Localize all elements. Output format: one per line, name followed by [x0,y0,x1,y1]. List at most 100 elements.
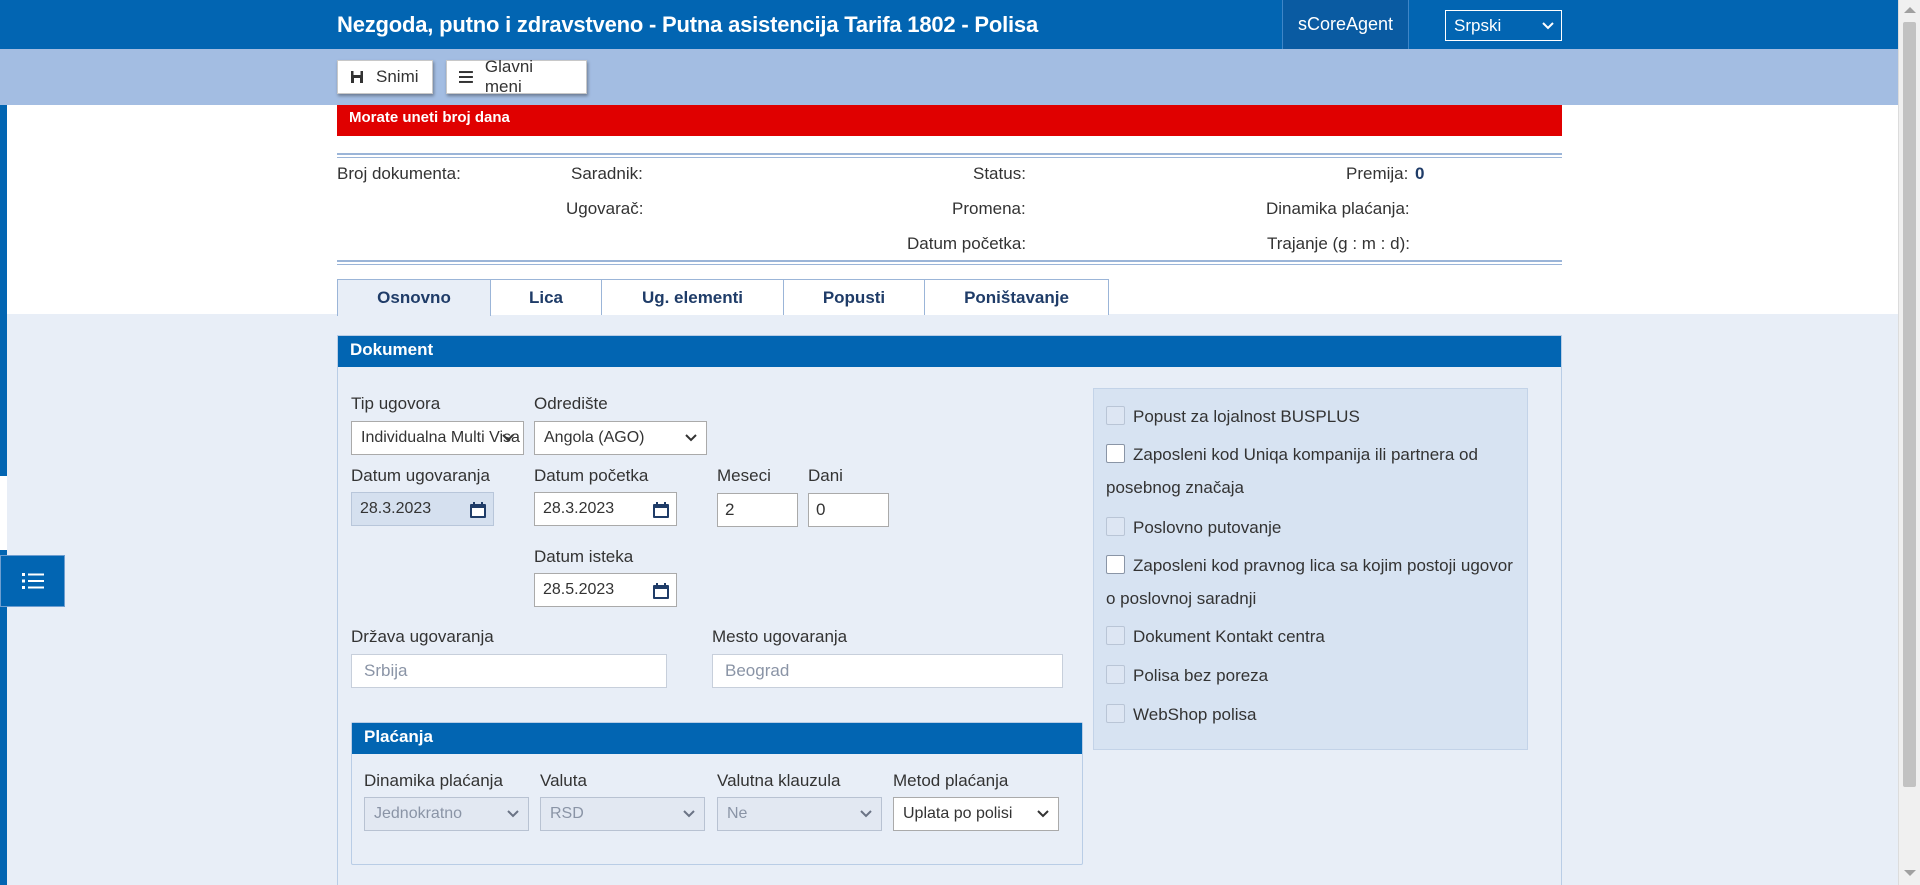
list-icon [21,573,44,589]
checkbox-label: Poslovno putovanje [1133,518,1282,537]
divider-top [337,153,1562,158]
checkbox-webshop[interactable]: WebShop polisa [1106,698,1526,731]
odrediste-select[interactable]: Angola (AGO) [534,421,707,455]
checkbox[interactable] [1106,406,1125,425]
checkbox-uniqa-zaposleni[interactable]: Zaposleni kod Uniqa kompanija ili partne… [1106,438,1526,471]
label-saradnik: Saradnik: [571,164,643,183]
checkbox[interactable] [1106,555,1125,574]
chevron-down-icon [1037,810,1049,818]
datum-isteka-label: Datum isteka [534,547,634,566]
datum-pocetka-label: Datum početka [534,466,649,485]
checkbox-label: Popust za lojalnost BUSPLUS [1133,407,1360,426]
metod-select[interactable]: Uplata po polisi [893,797,1059,831]
label-premija: Premija: [1346,164,1409,183]
datum-ugovaranja-field: 28.3.2023 [351,492,494,526]
klauzula-select: Ne [717,797,882,831]
page-title: Nezgoda, putno i zdravstveno - Putna asi… [337,12,1038,37]
save-button-label: Snimi [376,67,419,86]
klauzula-value: Ne [727,805,748,822]
checkbox-label-cont: o poslovnoj saradnji [1106,589,1257,608]
left-rail-notch [0,476,7,550]
tab-ponistavanje[interactable]: Poništavanje [924,279,1109,315]
sidebar-toggle-button[interactable] [0,555,65,607]
placanja-heading: Plaćanja [352,723,1082,754]
datum-isteka-field[interactable]: 28.5.2023 [534,573,677,607]
checkbox-label: Zaposleni kod Uniqa kompanija ili partne… [1133,445,1478,464]
tab-popusti[interactable]: Popusti [783,279,925,315]
language-select[interactable]: Srpski [1445,10,1562,41]
label-datum-pocetka: Datum početka: [907,234,1027,253]
checkbox[interactable] [1106,517,1125,536]
tab-ug-elementi[interactable]: Ug. elementi [601,279,784,315]
premija-value: 0 [1415,164,1425,183]
datum-pocetka-field[interactable]: 28.3.2023 [534,492,677,526]
scroll-down-icon[interactable] [1904,870,1916,876]
checkbox-kontakt-centar[interactable]: Dokument Kontakt centra [1106,620,1526,653]
tab-osnovno[interactable]: Osnovno [337,279,491,316]
main-menu-label: Glavni meni [484,57,534,96]
checkbox-bez-poreza[interactable]: Polisa bez poreza [1106,659,1526,692]
checkbox-poslovno-putovanje[interactable]: Poslovno putovanje [1106,511,1526,544]
klauzula-label: Valutna klauzula [717,771,841,790]
dokument-heading: Dokument [338,336,1561,367]
save-icon [351,71,363,83]
dinamika-select: Jednokratno [364,797,529,831]
scrollbar[interactable] [1898,0,1920,885]
odrediste-value: Angola (AGO) [544,429,645,446]
drzava-input: Srbija [351,654,667,688]
meseci-label: Meseci [717,466,771,485]
drzava-label: Država ugovaranja [351,627,494,646]
metod-label: Metod plaćanja [893,771,1009,790]
tip-ugovora-label: Tip ugovora [351,394,441,413]
datum-pocetka-value: 28.3.2023 [543,500,615,517]
label-broj-dokumenta: Broj dokumenta: [337,164,461,183]
label-ugovarac: Ugovarač: [566,199,644,218]
calendar-icon[interactable] [652,582,670,600]
label-status: Status: [973,164,1026,183]
checkbox-label: WebShop polisa [1133,705,1257,724]
agent-button[interactable]: sCoreAgent [1282,0,1409,49]
chevron-down-icon [860,810,872,818]
checkbox-busplus[interactable]: Popust za lojalnost BUSPLUS [1106,400,1526,433]
toolbar [0,49,1898,105]
calendar-icon[interactable] [652,501,670,519]
chevron-down-icon [683,810,695,818]
checkbox-label: Polisa bez poreza [1133,666,1269,685]
metod-value: Uplata po polisi [903,805,1013,822]
error-message: Morate uneti broj dana [337,105,1562,136]
tab-lica[interactable]: Lica [490,279,602,315]
chevron-down-icon [1542,22,1554,30]
tip-ugovora-select[interactable]: Individualna Multi Visa [351,421,524,455]
checkbox[interactable] [1106,626,1125,645]
divider-bottom [337,260,1562,265]
tip-ugovora-value: Individualna Multi Visa [361,429,520,446]
scroll-up-icon[interactable] [1904,7,1916,13]
save-button[interactable]: Snimi [337,60,433,94]
dani-label: Dani [808,466,843,485]
mesto-input[interactable]: Beograd [712,654,1063,688]
chevron-down-icon [502,434,514,442]
meseci-input[interactable]: 2 [717,493,798,527]
checkbox[interactable] [1106,665,1125,684]
chevron-down-icon [685,434,697,442]
menu-icon [459,71,473,83]
odrediste-label: Odredište [534,394,608,413]
scroll-thumb[interactable] [1903,22,1916,787]
calendar-icon[interactable] [469,501,487,519]
datum-ugovaranja-label: Datum ugovaranja [351,466,490,485]
datum-isteka-value: 28.5.2023 [543,581,615,598]
valuta-label: Valuta [540,771,587,790]
label-promena: Promena: [952,199,1026,218]
main-menu-button[interactable]: Glavni meni [446,57,587,96]
checkbox[interactable] [1106,704,1125,723]
dinamika-label: Dinamika plaćanja [364,771,503,790]
checkbox-pravno-lice[interactable]: Zaposleni kod pravnog lica sa kojim post… [1106,549,1526,582]
valuta-select: RSD [540,797,705,831]
dani-input[interactable]: 0 [808,493,889,527]
checkbox[interactable] [1106,444,1125,463]
label-trajanje: Trajanje (g : m : d): [1267,234,1410,253]
checkbox-label: Zaposleni kod pravnog lica sa kojim post… [1133,556,1513,575]
top-header: Nezgoda, putno i zdravstveno - Putna asi… [0,0,1898,49]
mesto-label: Mesto ugovaranja [712,627,848,646]
valuta-value: RSD [550,805,584,822]
